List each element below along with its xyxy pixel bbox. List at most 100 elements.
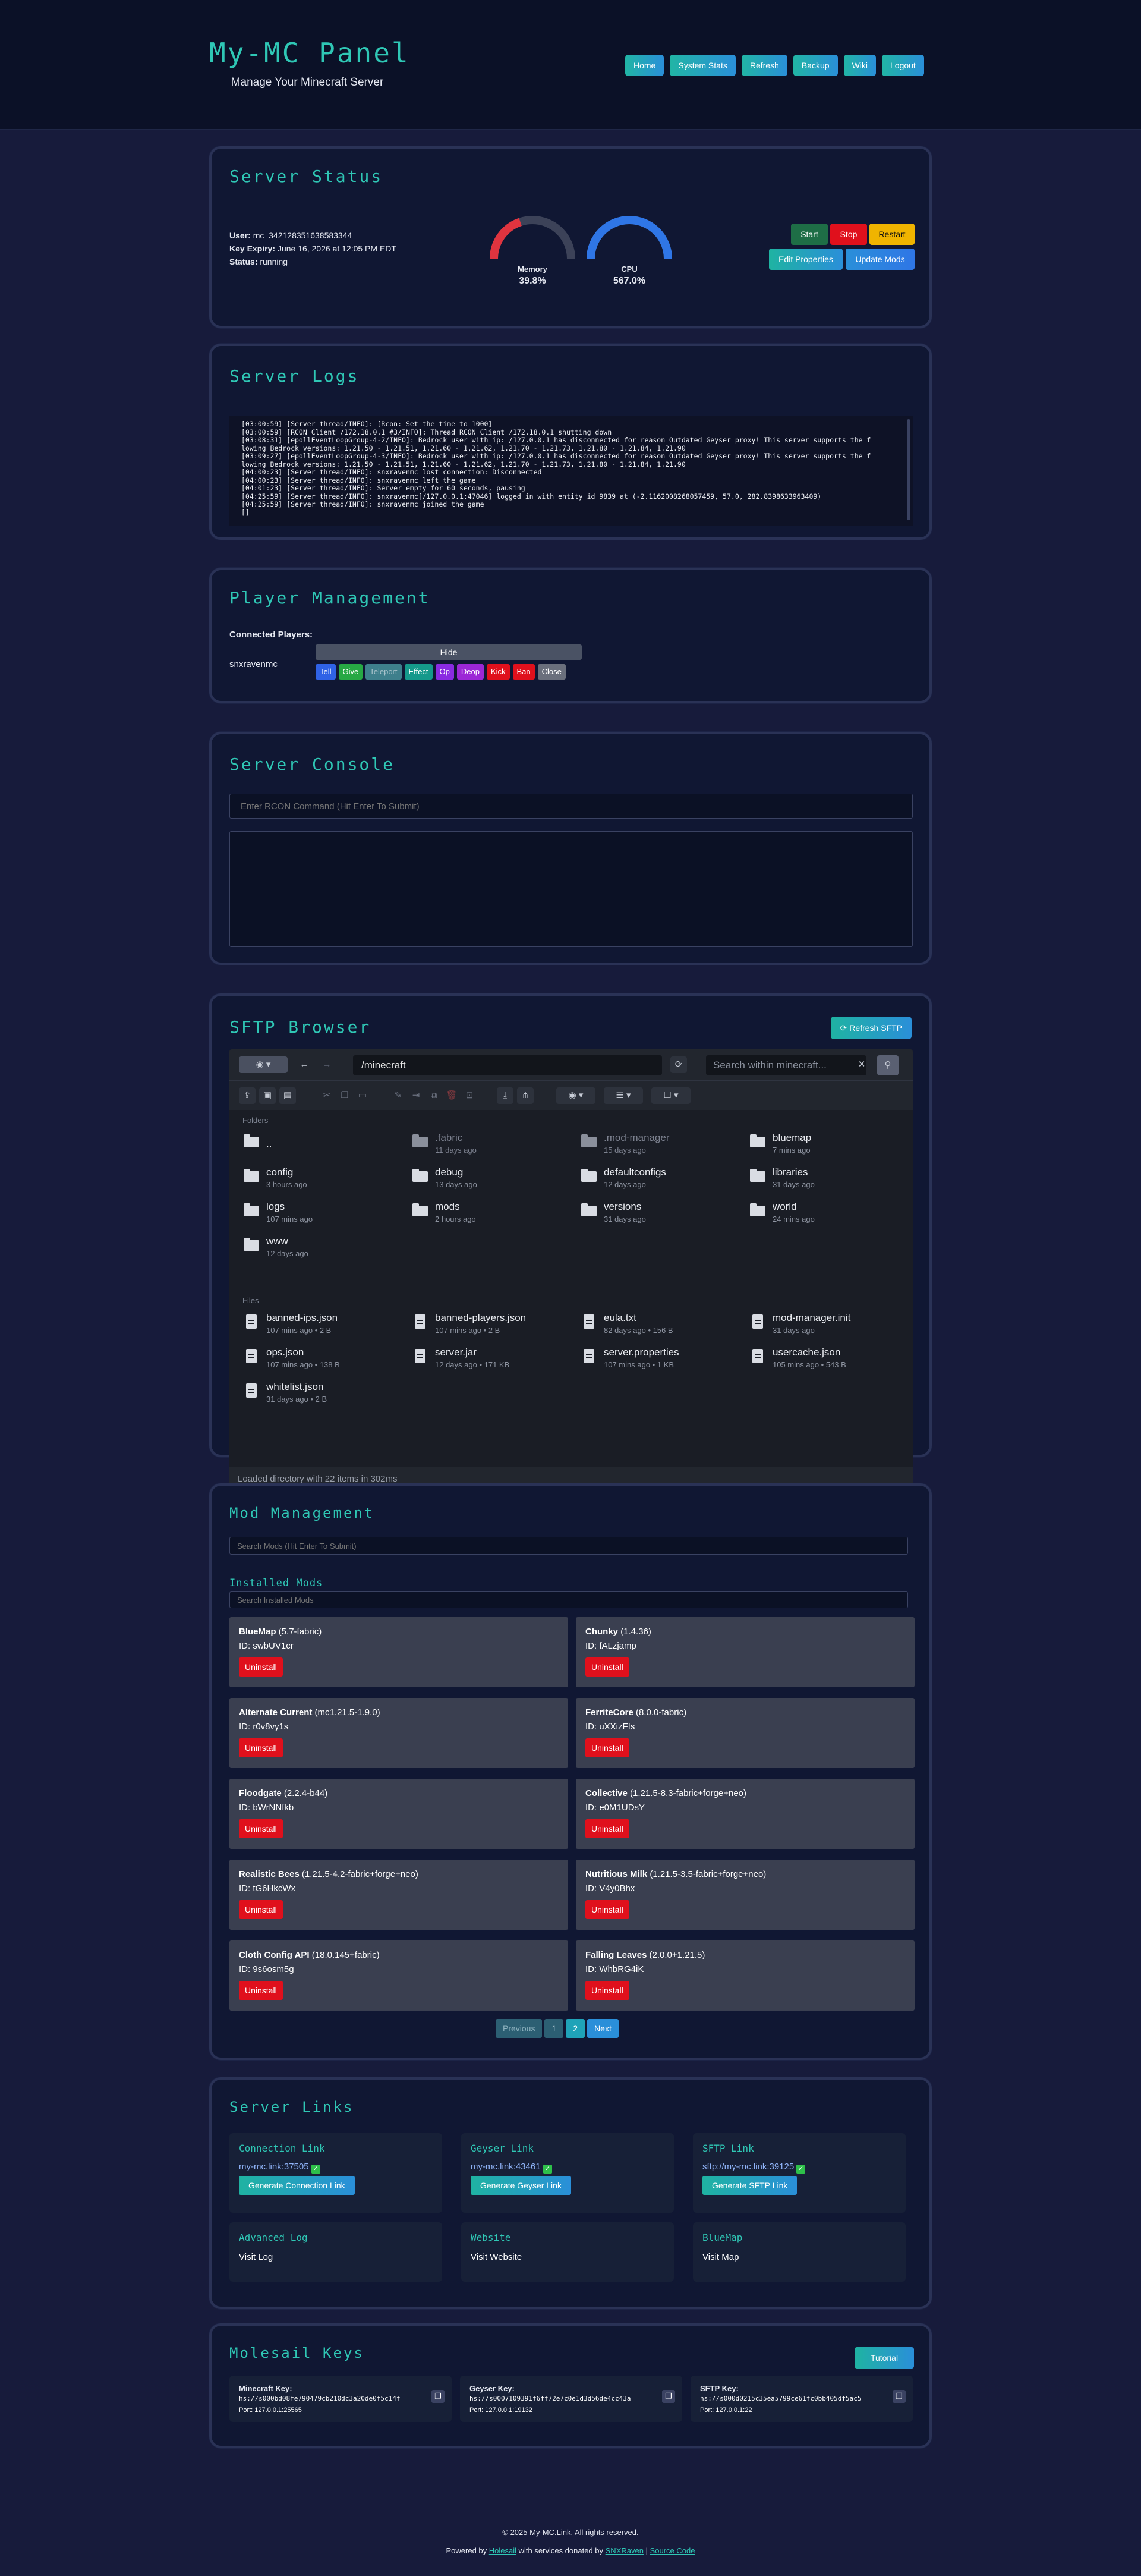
source-code-link[interactable]: Source Code: [650, 2546, 695, 2555]
file-item[interactable]: mod-manager.init 31 days ago: [749, 1310, 913, 1339]
folder-item[interactable]: world 24 mins ago: [749, 1199, 913, 1228]
path-input[interactable]: /minecraft: [353, 1055, 662, 1075]
uninstall-button[interactable]: Uninstall: [239, 1657, 283, 1677]
folder-item[interactable]: config 3 hours ago: [242, 1164, 409, 1194]
start-button[interactable]: Start: [791, 224, 828, 245]
ban-button[interactable]: Ban: [512, 664, 535, 680]
server-switch-icon[interactable]: ◉ ▾: [239, 1056, 288, 1073]
folder-item[interactable]: .fabric 11 days ago: [411, 1130, 578, 1159]
tell-button[interactable]: Tell: [316, 664, 336, 680]
snxraven-link[interactable]: SNXRaven: [606, 2546, 644, 2555]
restart-button[interactable]: Restart: [869, 224, 915, 245]
teleport-button[interactable]: Teleport: [365, 664, 402, 680]
uninstall-button[interactable]: Uninstall: [239, 1738, 283, 1757]
file-item[interactable]: server.properties 107 mins ago • 1 KB: [580, 1344, 746, 1374]
holesail-link[interactable]: Holesail: [489, 2546, 516, 2555]
sftp-link-url[interactable]: sftp://my-mc.link:39125 ✓: [702, 2162, 806, 2174]
uninstall-button[interactable]: Uninstall: [239, 1900, 283, 1919]
generate-sftp-link-button[interactable]: Generate SFTP Link: [702, 2176, 798, 2195]
new-file-icon[interactable]: ▤: [279, 1087, 296, 1104]
edit-properties-button[interactable]: Edit Properties: [769, 249, 843, 270]
duplicate-icon[interactable]: ⧉: [425, 1087, 442, 1104]
file-item[interactable]: ops.json 107 mins ago • 138 B: [242, 1344, 409, 1374]
file-item[interactable]: eula.txt 82 days ago • 156 B: [580, 1310, 746, 1339]
file-item[interactable]: banned-ips.json 107 mins ago • 2 B: [242, 1310, 409, 1339]
generate-geyser-link-button[interactable]: Generate Geyser Link: [471, 2176, 571, 2195]
forward-arrow-icon[interactable]: →: [319, 1056, 335, 1073]
next-page-button[interactable]: Next: [587, 2019, 619, 2038]
uninstall-button[interactable]: Uninstall: [585, 1900, 629, 1919]
rename-icon[interactable]: ✎: [390, 1087, 406, 1104]
geyser-link-url[interactable]: my-mc.link:43461 ✓: [471, 2162, 552, 2174]
copy-icon[interactable]: ❐: [662, 2390, 675, 2403]
new-folder-icon[interactable]: ▣: [259, 1087, 276, 1104]
nav-logout-button[interactable]: Logout: [882, 55, 924, 76]
deop-button[interactable]: Deop: [456, 664, 484, 680]
file-item[interactable]: server.jar 12 days ago • 171 KB: [411, 1344, 578, 1374]
copy-icon[interactable]: ❐: [431, 2390, 445, 2403]
file-item[interactable]: usercache.json 105 mins ago • 543 B: [749, 1344, 913, 1374]
nav-home-button[interactable]: Home: [625, 55, 664, 76]
op-button[interactable]: Op: [435, 664, 454, 680]
visit-map-link[interactable]: Visit Map: [702, 2252, 739, 2262]
archive-icon[interactable]: ⊡: [461, 1087, 478, 1104]
nav-refresh-button[interactable]: Refresh: [741, 55, 787, 76]
move-icon[interactable]: ⇥: [408, 1087, 424, 1104]
rcon-command-input[interactable]: [229, 794, 913, 819]
folder-item[interactable]: logs 107 mins ago: [242, 1199, 409, 1228]
connection-link-url[interactable]: my-mc.link:37505 ✓: [239, 2162, 320, 2174]
folder-item[interactable]: bluemap 7 mins ago: [749, 1130, 913, 1159]
page-1-button[interactable]: 1: [544, 2019, 564, 2038]
uninstall-button[interactable]: Uninstall: [585, 1738, 629, 1757]
sftp-search-input[interactable]: Search within minecraft...: [706, 1055, 866, 1075]
nav-wiki-button[interactable]: Wiki: [843, 55, 876, 76]
folder-item[interactable]: libraries 31 days ago: [749, 1164, 913, 1194]
copy-icon[interactable]: ❐: [893, 2390, 906, 2403]
folder-item[interactable]: ..: [242, 1130, 409, 1159]
visit-log-link[interactable]: Visit Log: [239, 2252, 273, 2262]
uninstall-button[interactable]: Uninstall: [239, 1981, 283, 2000]
page-2-button[interactable]: 2: [566, 2019, 585, 2038]
previous-page-button[interactable]: Previous: [496, 2019, 543, 2038]
download-icon[interactable]: ⤓: [497, 1087, 513, 1104]
clear-search-icon[interactable]: ✕: [853, 1056, 870, 1073]
update-mods-button[interactable]: Update Mods: [846, 249, 915, 270]
folder-item[interactable]: www 12 days ago: [242, 1233, 409, 1263]
sort-icon[interactable]: ☰ ▾: [604, 1087, 643, 1104]
tutorial-button[interactable]: Tutorial: [855, 2347, 914, 2369]
effect-button[interactable]: Effect: [404, 664, 433, 680]
hide-button[interactable]: Hide: [316, 644, 582, 660]
log-output[interactable]: [03:00:59] [Server thread/INFO]: [Rcon: …: [229, 416, 913, 526]
folder-item[interactable]: debug 13 days ago: [411, 1164, 578, 1194]
uninstall-button[interactable]: Uninstall: [585, 1819, 629, 1838]
search-installed-mods-input[interactable]: [229, 1591, 908, 1608]
copy-icon[interactable]: ❐: [336, 1087, 353, 1104]
kick-button[interactable]: Kick: [486, 664, 510, 680]
log-scrollbar[interactable]: [907, 419, 910, 520]
cut-icon[interactable]: ✂: [319, 1087, 335, 1104]
uninstall-button[interactable]: Uninstall: [585, 1657, 629, 1677]
search-icon[interactable]: ⚲: [877, 1055, 899, 1075]
paste-icon[interactable]: ▭: [354, 1087, 371, 1104]
stop-button[interactable]: Stop: [830, 224, 867, 245]
delete-icon[interactable]: 🗑: [443, 1087, 460, 1104]
search-mods-input[interactable]: [229, 1537, 908, 1555]
folder-item[interactable]: defaultconfigs 12 days ago: [580, 1164, 746, 1194]
file-item[interactable]: banned-players.json 107 mins ago • 2 B: [411, 1310, 578, 1339]
file-item[interactable]: whitelist.json 31 days ago • 2 B: [242, 1379, 409, 1408]
uninstall-button[interactable]: Uninstall: [585, 1981, 629, 2000]
nav-backup-button[interactable]: Backup: [793, 55, 838, 76]
uninstall-button[interactable]: Uninstall: [239, 1819, 283, 1838]
back-arrow-icon[interactable]: ←: [296, 1056, 313, 1073]
refresh-sftp-button[interactable]: ⟳ Refresh SFTP: [830, 1017, 912, 1039]
visit-website-link[interactable]: Visit Website: [471, 2252, 522, 2262]
give-button[interactable]: Give: [338, 664, 363, 680]
view-options-icon[interactable]: ◉ ▾: [556, 1087, 595, 1104]
generate-connection-link-button[interactable]: Generate Connection Link: [239, 2176, 355, 2195]
folder-item[interactable]: versions 31 days ago: [580, 1199, 746, 1228]
upload-icon[interactable]: ⇪: [239, 1087, 256, 1104]
select-icon[interactable]: ☐ ▾: [651, 1087, 691, 1104]
reload-icon[interactable]: ⟳: [670, 1056, 687, 1073]
folder-item[interactable]: mods 2 hours ago: [411, 1199, 578, 1228]
close-button[interactable]: Close: [537, 664, 566, 680]
